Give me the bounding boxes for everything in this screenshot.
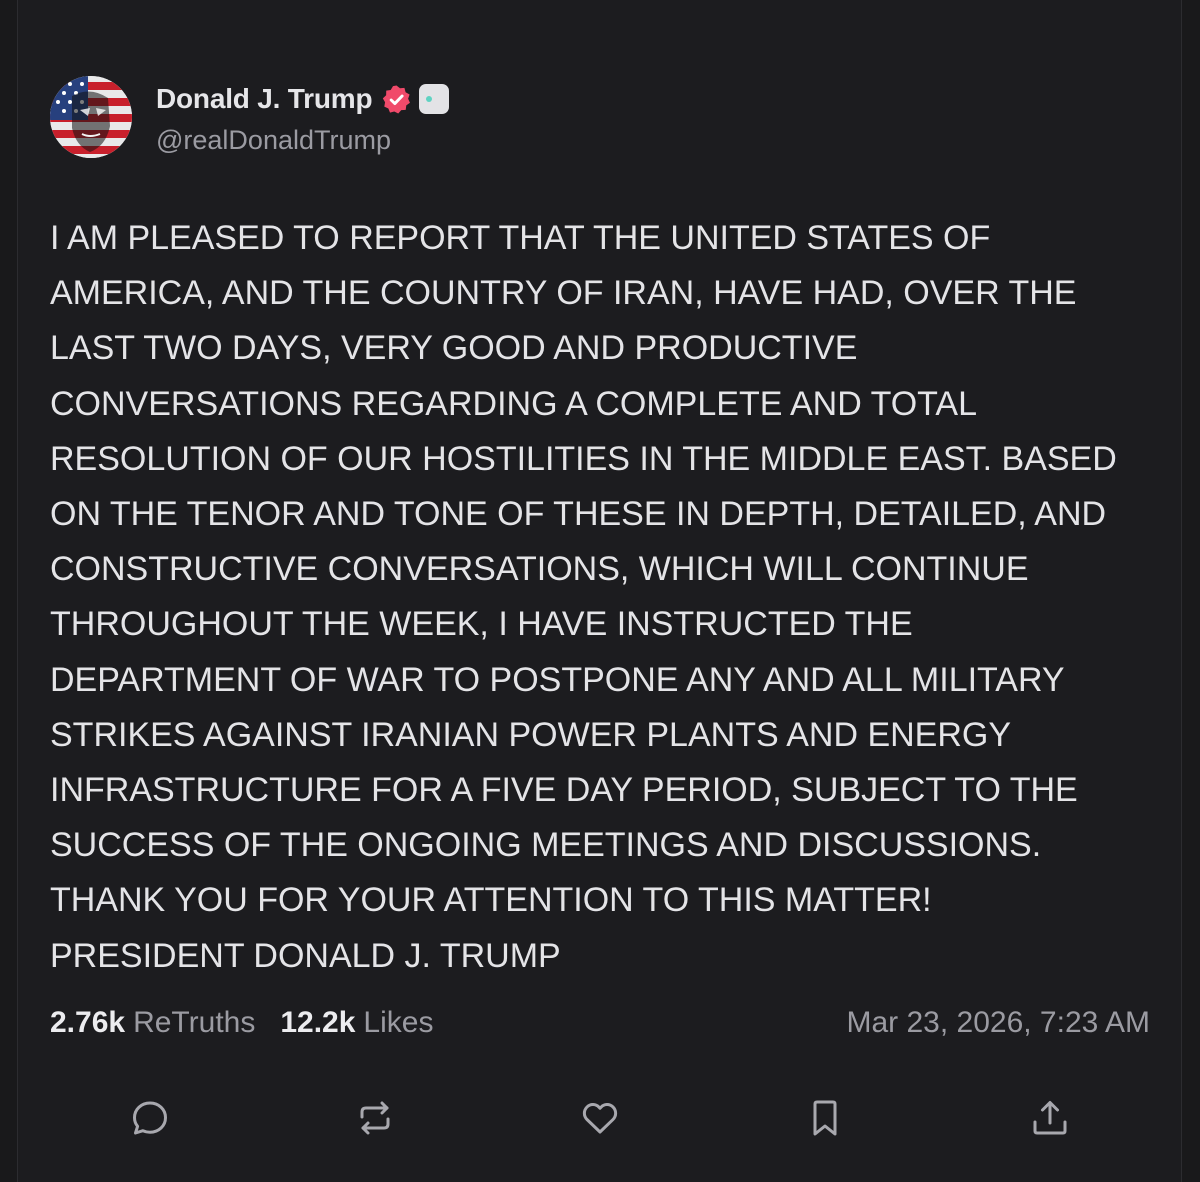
avatar[interactable] (50, 76, 132, 158)
bookmark-icon (813, 1100, 837, 1136)
retruths-count[interactable]: 2.76k (50, 1006, 125, 1040)
reply-button[interactable] (128, 1096, 172, 1140)
like-button[interactable] (578, 1096, 622, 1140)
heart-icon (582, 1103, 618, 1134)
likes-count[interactable]: 12.2k (280, 1006, 355, 1040)
account-badge-icon (419, 84, 450, 114)
retruths-label[interactable]: ReTruths (133, 1006, 255, 1040)
verified-badge-icon (383, 84, 411, 114)
post-timestamp: Mar 23, 2026, 7:23 AM (846, 1006, 1150, 1039)
share-button[interactable] (1028, 1096, 1072, 1140)
comment-icon (133, 1101, 167, 1135)
retruth-icon (360, 1101, 390, 1135)
likes-label[interactable]: Likes (363, 1006, 433, 1040)
post-text: I AM PLEASED TO REPORT THAT THE UNITED S… (50, 219, 1117, 975)
author-handle[interactable]: @realDonaldTrump (156, 125, 391, 156)
retruth-button[interactable] (353, 1096, 397, 1140)
author-display-name[interactable]: Donald J. Trump (156, 83, 373, 115)
avatar-image (50, 76, 132, 158)
author-row: Donald J. Trump (156, 80, 450, 118)
post-stats: 2.76k ReTruths 12.2k Likes (50, 1001, 433, 1045)
bookmark-button[interactable] (803, 1096, 847, 1140)
share-icon (1033, 1101, 1067, 1135)
